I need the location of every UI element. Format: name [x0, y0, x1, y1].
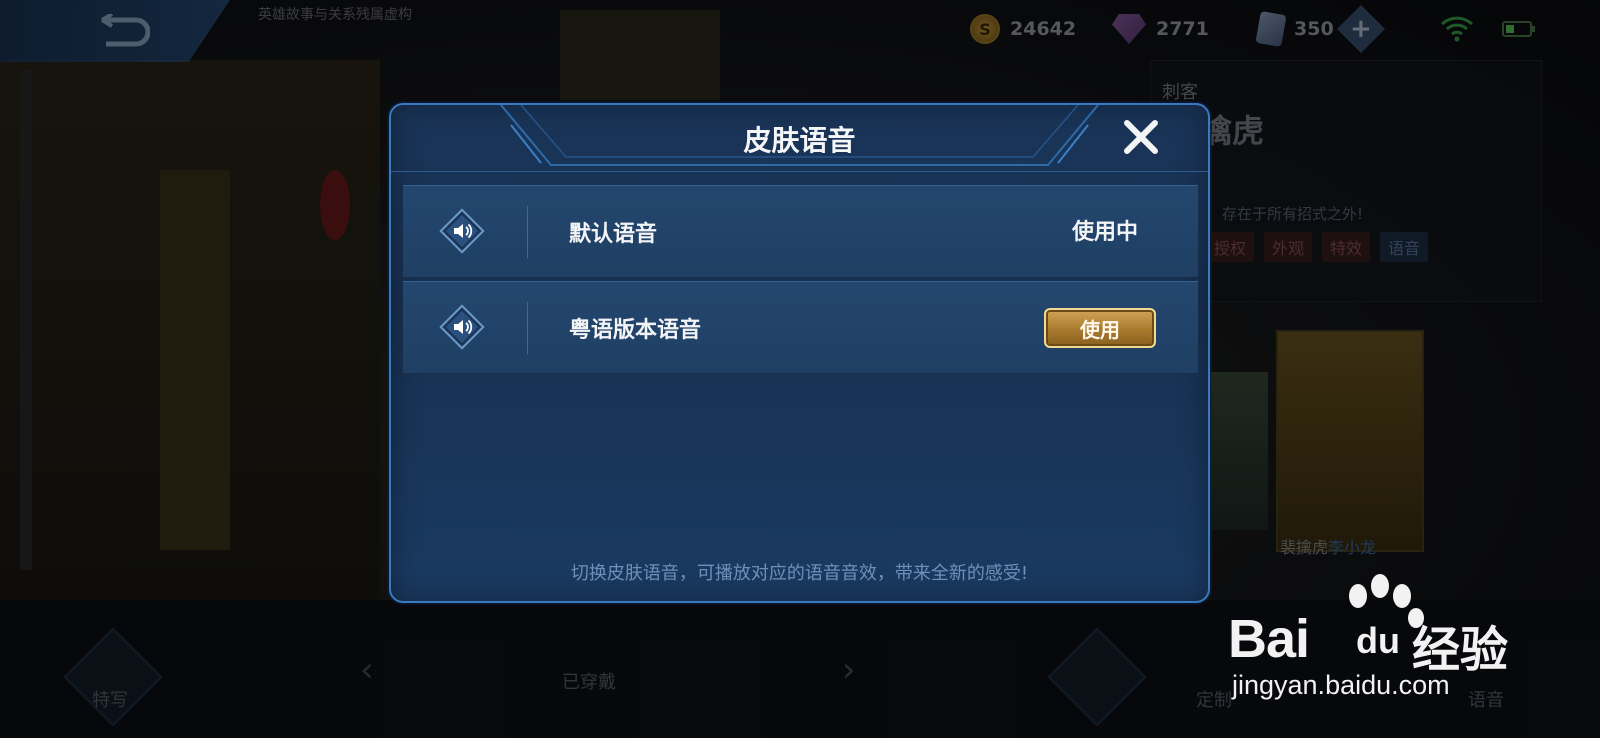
watermark-brand-du: du	[1356, 620, 1400, 661]
dialog-footer-hint: 切换皮肤语音，可播放对应的语音音效，带来全新的感受!	[570, 563, 1029, 584]
close-icon	[1124, 120, 1158, 154]
use-voice-button[interactable]: 使用	[1044, 308, 1156, 348]
voice-option-name: 粤语版本语音	[569, 318, 702, 343]
voice-option-default[interactable]: 默认语音 使用中	[403, 185, 1198, 277]
dialog-header: 皮肤语音	[391, 105, 1208, 172]
watermark-url: jingyan.baidu.com	[1232, 670, 1450, 700]
dialog-title: 皮肤语音	[743, 124, 856, 157]
baidu-jingyan-watermark: Bai du 经验 jingyan.baidu.com	[1228, 574, 1528, 714]
speaker-icon[interactable]	[437, 302, 487, 352]
row-divider	[527, 206, 528, 258]
in-use-status: 使用中	[1071, 220, 1138, 245]
voice-option-name: 默认语音	[569, 222, 658, 247]
skin-voice-dialog: 皮肤语音 默认语音 使用中 粤语版本语音 使用 切换皮肤语音，可播放对应的语音音…	[389, 103, 1210, 603]
watermark-brand: Bai	[1228, 609, 1310, 669]
row-divider	[527, 302, 528, 354]
speaker-icon[interactable]	[437, 206, 487, 256]
close-button[interactable]	[1119, 115, 1163, 159]
voice-option-cantonese[interactable]: 粤语版本语音 使用	[403, 281, 1198, 373]
